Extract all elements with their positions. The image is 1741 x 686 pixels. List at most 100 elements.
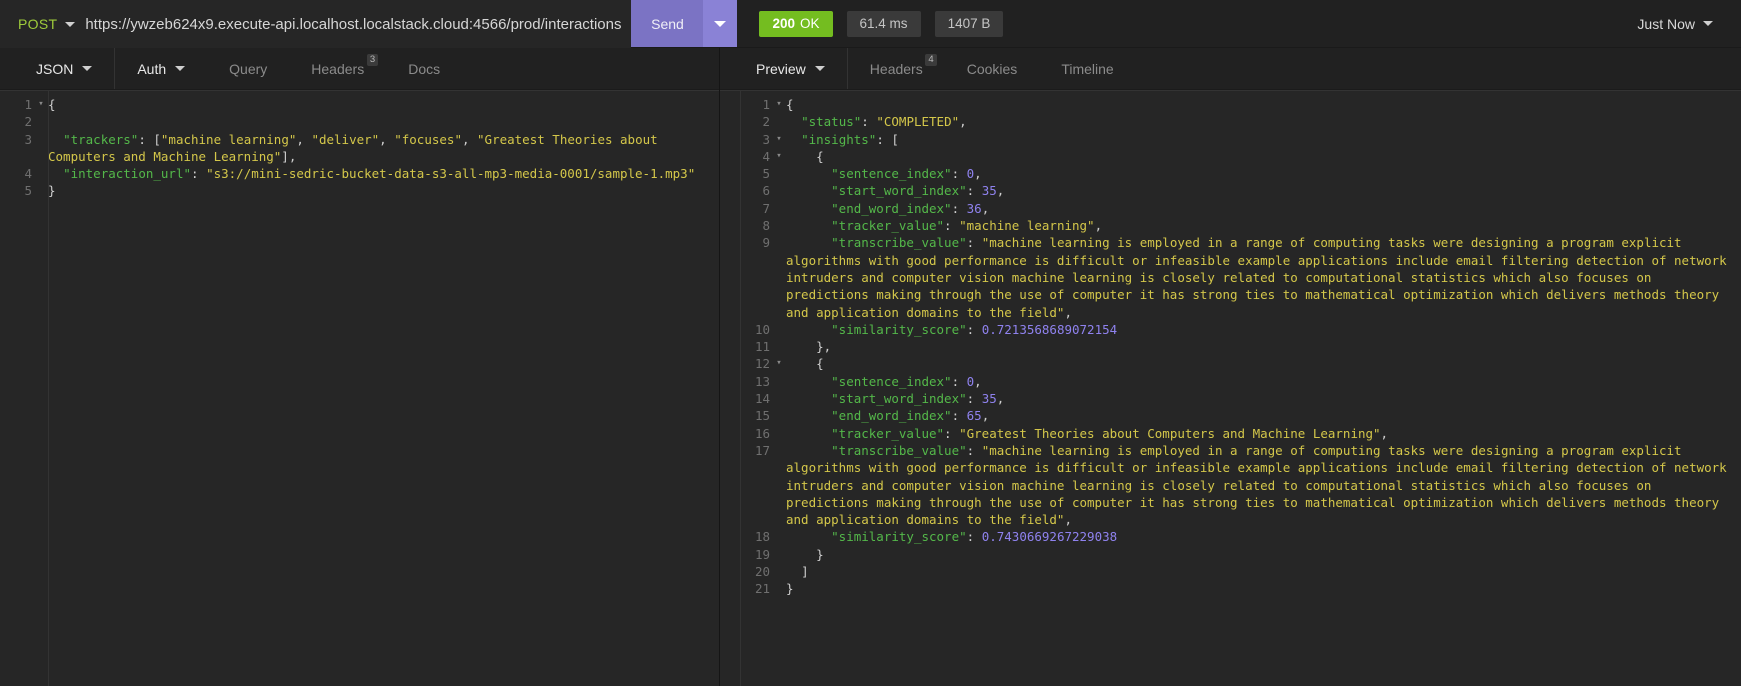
code-text: "tracker_value": "Greatest Theories abou… (786, 425, 1741, 442)
token-p: : (951, 408, 967, 424)
fold-toggle-icon[interactable]: ▾ (772, 96, 786, 113)
response-tab-headers[interactable]: Headers 4 (848, 48, 945, 89)
token-p: , (974, 373, 982, 389)
request-tab-auth[interactable]: Auth (115, 48, 207, 89)
request-tab-json[interactable]: JSON (14, 48, 116, 89)
request-tab-headers[interactable]: Headers 3 (289, 48, 386, 89)
tab-count-badge: 3 (366, 54, 379, 66)
line-number: 7 (762, 200, 770, 216)
token-n: 0.7213568689072154 (981, 321, 1118, 337)
token-n: 36 (966, 200, 982, 216)
response-tab-preview[interactable]: Preview (734, 48, 848, 89)
code-line: 17 "transcribe_value": "machine learning… (720, 442, 1741, 528)
token-p: , (959, 114, 967, 130)
token-p: : (966, 391, 982, 407)
fold-toggle-icon[interactable]: ▾ (772, 355, 786, 372)
fold-toggle-icon[interactable]: ▾ (772, 148, 786, 165)
token-p: : (966, 442, 982, 458)
token-n: 65 (966, 408, 982, 424)
chevron-down-icon[interactable] (65, 21, 76, 27)
code-text: "insights": [ (786, 131, 1741, 148)
code-line: 7 "end_word_index": 36, (720, 200, 1741, 217)
code-line: 4 "interaction_url": "s3://mini-sedric-b… (0, 165, 719, 182)
token-p: , (981, 408, 990, 424)
line-number: 9 (762, 235, 770, 251)
token-k: "interaction_url" (48, 166, 191, 182)
request-body-editor[interactable]: 1 ▾{2 3 "trackers": ["machine learning", … (0, 90, 719, 686)
url-bar[interactable]: POST https://ywzeb624x9.execute-api.loca… (0, 0, 632, 48)
line-number: 11 (754, 339, 770, 355)
history-selector[interactable]: Just Now (1637, 0, 1741, 47)
token-k: "similarity_score" (786, 321, 967, 337)
code-line: 10 "similarity_score": 0.721356868907215… (720, 321, 1741, 338)
response-panel: Preview Headers 4 Cookies Timeline 1 ▾{2 "sta… (720, 48, 1741, 686)
line-number: 3 (762, 131, 770, 147)
line-number: 1 (762, 97, 770, 112)
code-line: 20 ] (720, 563, 1741, 580)
response-time-badge: 61.4 ms (846, 10, 921, 37)
token-p: , (981, 200, 990, 216)
token-s: "machine learning" (959, 218, 1095, 234)
line-number: 17 (754, 442, 770, 458)
code-text: "end_word_index": 65, (786, 407, 1741, 424)
token-p: : (191, 166, 207, 182)
token-k: "start_word_index" (786, 391, 967, 407)
token-k: "insights" (786, 131, 877, 147)
token-p: , (1380, 425, 1389, 441)
token-p: }, (786, 339, 832, 355)
response-tab-cookies[interactable]: Cookies (945, 48, 1040, 89)
code-text: "tracker_value": "machine learning", (786, 217, 1741, 234)
line-number: 5 (24, 183, 32, 199)
tabbar-gap (0, 48, 14, 89)
fold-toggle-icon[interactable]: ▾ (772, 131, 786, 148)
token-k: "tracker_value" (786, 218, 945, 234)
token-p: } (786, 581, 794, 597)
code-line: 12 ▾ { (720, 355, 1741, 372)
status-text: OK (800, 16, 820, 31)
request-tab-query[interactable]: Query (207, 48, 289, 89)
token-p: , (1094, 218, 1103, 234)
token-p: { (786, 148, 824, 164)
code-text: }, (786, 338, 1741, 355)
tab-label: Cookies (966, 60, 1018, 77)
token-s: "s3://mini-sedric-bucket-data-s3-all-mp3… (206, 166, 696, 182)
code-line: 13 "sentence_index": 0, (720, 373, 1741, 390)
http-method-label[interactable]: POST (18, 16, 57, 32)
code-line: 21} (720, 580, 1741, 597)
request-code[interactable]: 1 ▾{2 3 "trackers": ["machine learning", … (0, 96, 719, 200)
response-tab-timeline[interactable]: Timeline (1039, 48, 1135, 89)
line-number: 2 (762, 114, 770, 130)
response-body-viewer[interactable]: 1 ▾{2 "status": "COMPLETED", 3 ▾ "insights"… (720, 90, 1741, 686)
token-p: , (974, 166, 982, 182)
send-button[interactable]: Send (631, 0, 704, 47)
request-url-input[interactable]: https://ywzeb624x9.execute-api.localhost… (85, 16, 621, 33)
token-s: "Greatest Theories about Computers and M… (959, 425, 1381, 441)
tab-label: Headers (869, 60, 923, 77)
line-number: 3 (24, 131, 32, 147)
code-line: 5 "sentence_index": 0, (720, 165, 1741, 182)
token-k: "end_word_index" (786, 200, 952, 216)
token-p: : (861, 114, 877, 130)
token-s: "machine learning" (160, 131, 297, 147)
chevron-down-icon (714, 20, 727, 27)
token-p: : (966, 529, 982, 545)
code-text: "status": "COMPLETED", (786, 113, 1741, 130)
code-line: 4 ▾ { (720, 148, 1741, 165)
token-k: "start_word_index" (786, 183, 967, 199)
fold-toggle-icon[interactable]: ▾ (34, 96, 48, 113)
request-tab-docs[interactable]: Docs (386, 48, 462, 89)
chevron-down-icon (82, 66, 93, 71)
token-p: } (48, 183, 56, 199)
send-options-button[interactable] (703, 0, 738, 47)
response-code[interactable]: 1 ▾{2 "status": "COMPLETED", 3 ▾ "insights"… (720, 96, 1741, 598)
chevron-down-icon (814, 66, 825, 71)
line-number: 20 (754, 564, 770, 580)
